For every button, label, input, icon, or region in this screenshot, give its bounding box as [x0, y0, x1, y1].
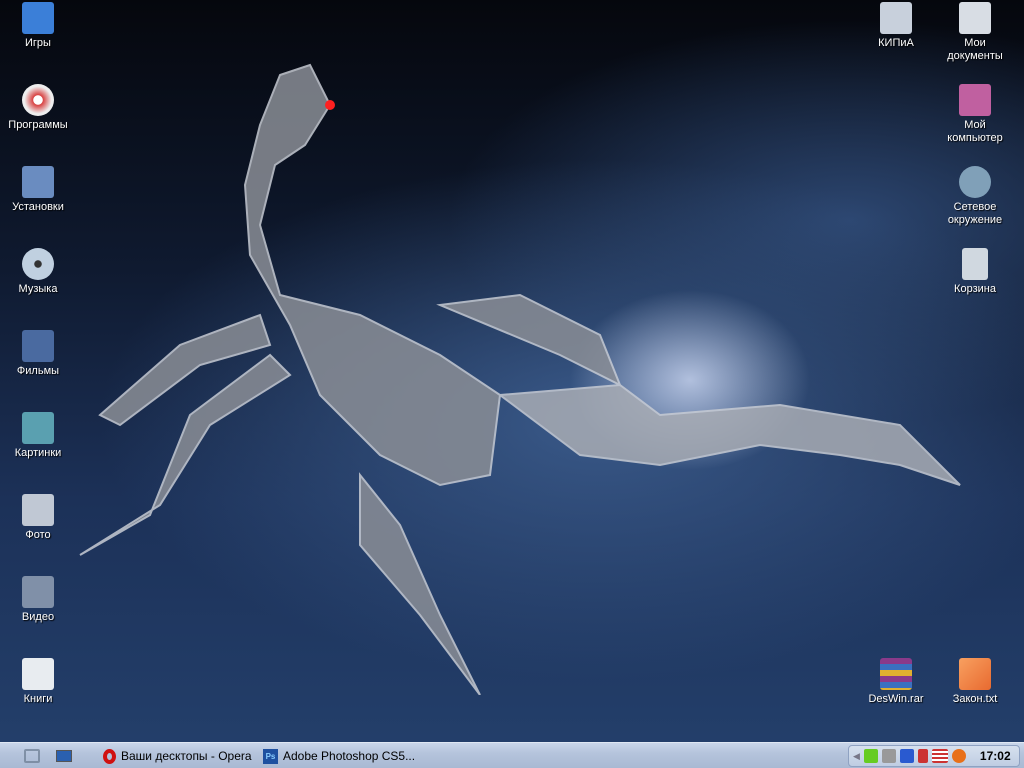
desktop-icon-music[interactable]: Музыка	[0, 248, 76, 296]
my-computer-icon	[959, 84, 991, 116]
opera-icon	[103, 748, 116, 764]
desktop-icon-recycle-bin[interactable]: Корзина	[937, 248, 1013, 296]
system-tray: ◀ 17:02	[848, 745, 1020, 767]
tray-update-icon[interactable]	[951, 749, 966, 763]
film-icon	[22, 330, 54, 362]
tray-volume-icon[interactable]	[917, 749, 928, 763]
tray-network-active-icon[interactable]	[899, 749, 914, 763]
tray-check-icon[interactable]	[863, 749, 878, 763]
tray-network-icon[interactable]	[881, 749, 896, 763]
text-file-icon	[959, 658, 991, 690]
desktop-icon-games[interactable]: Игры	[0, 2, 76, 50]
task-photoshop[interactable]: Ps Adobe Photoshop CS5...	[263, 747, 415, 765]
folder-doc-icon	[880, 2, 912, 34]
music-disc-icon	[22, 248, 54, 280]
scorpion-wallpaper	[79, 63, 961, 695]
show-desktop-icon	[56, 750, 72, 762]
desktop-icon-my-documents[interactable]: Мои документы	[937, 2, 1013, 63]
desktop-icon-video[interactable]: Видео	[0, 576, 76, 624]
pictures-icon	[22, 412, 54, 444]
tray-expand-icon[interactable]: ◀	[853, 751, 860, 762]
desktop-icon-zakon-txt[interactable]: Закон.txt	[937, 658, 1013, 706]
monitor-games-icon	[22, 2, 54, 34]
cd-programs-icon	[22, 84, 54, 116]
desktop-icon-kipia[interactable]: КИПиА	[858, 2, 934, 50]
desktop-icon-photo[interactable]: Фото	[0, 494, 76, 542]
taskbar: Ваши десктопы - Opera Ps Adobe Photoshop …	[0, 742, 1024, 768]
photoshop-icon: Ps	[263, 748, 278, 764]
start-button[interactable]	[24, 747, 40, 765]
desktop-icon-books[interactable]: Книги	[0, 658, 76, 706]
windows-logo-icon	[24, 749, 40, 763]
my-documents-icon	[959, 2, 991, 34]
folder-installs-icon	[22, 166, 54, 198]
video-camera-icon	[22, 576, 54, 608]
desktop-icon-deswin-rar[interactable]: DesWin.rar	[858, 658, 934, 706]
tray-language-us-flag-icon[interactable]	[931, 749, 948, 763]
desktop-icon-films[interactable]: Фильмы	[0, 330, 76, 378]
winrar-icon	[880, 658, 912, 690]
network-icon	[959, 166, 991, 198]
clock[interactable]: 17:02	[980, 749, 1011, 763]
desktop-icon-programs[interactable]: Программы	[0, 84, 76, 132]
document-icon	[22, 658, 54, 690]
recycle-bin-icon	[962, 248, 988, 280]
desktop-icon-pictures[interactable]: Картинки	[0, 412, 76, 460]
camera-icon	[22, 494, 54, 526]
desktop-icon-installs[interactable]: Установки	[0, 166, 76, 214]
show-desktop-button[interactable]	[56, 747, 72, 765]
desktop-icon-network[interactable]: Сетевое окружение	[937, 166, 1013, 227]
task-opera[interactable]: Ваши десктопы - Opera	[103, 747, 252, 765]
desktop-icon-my-computer[interactable]: Мой компьютер	[937, 84, 1013, 145]
